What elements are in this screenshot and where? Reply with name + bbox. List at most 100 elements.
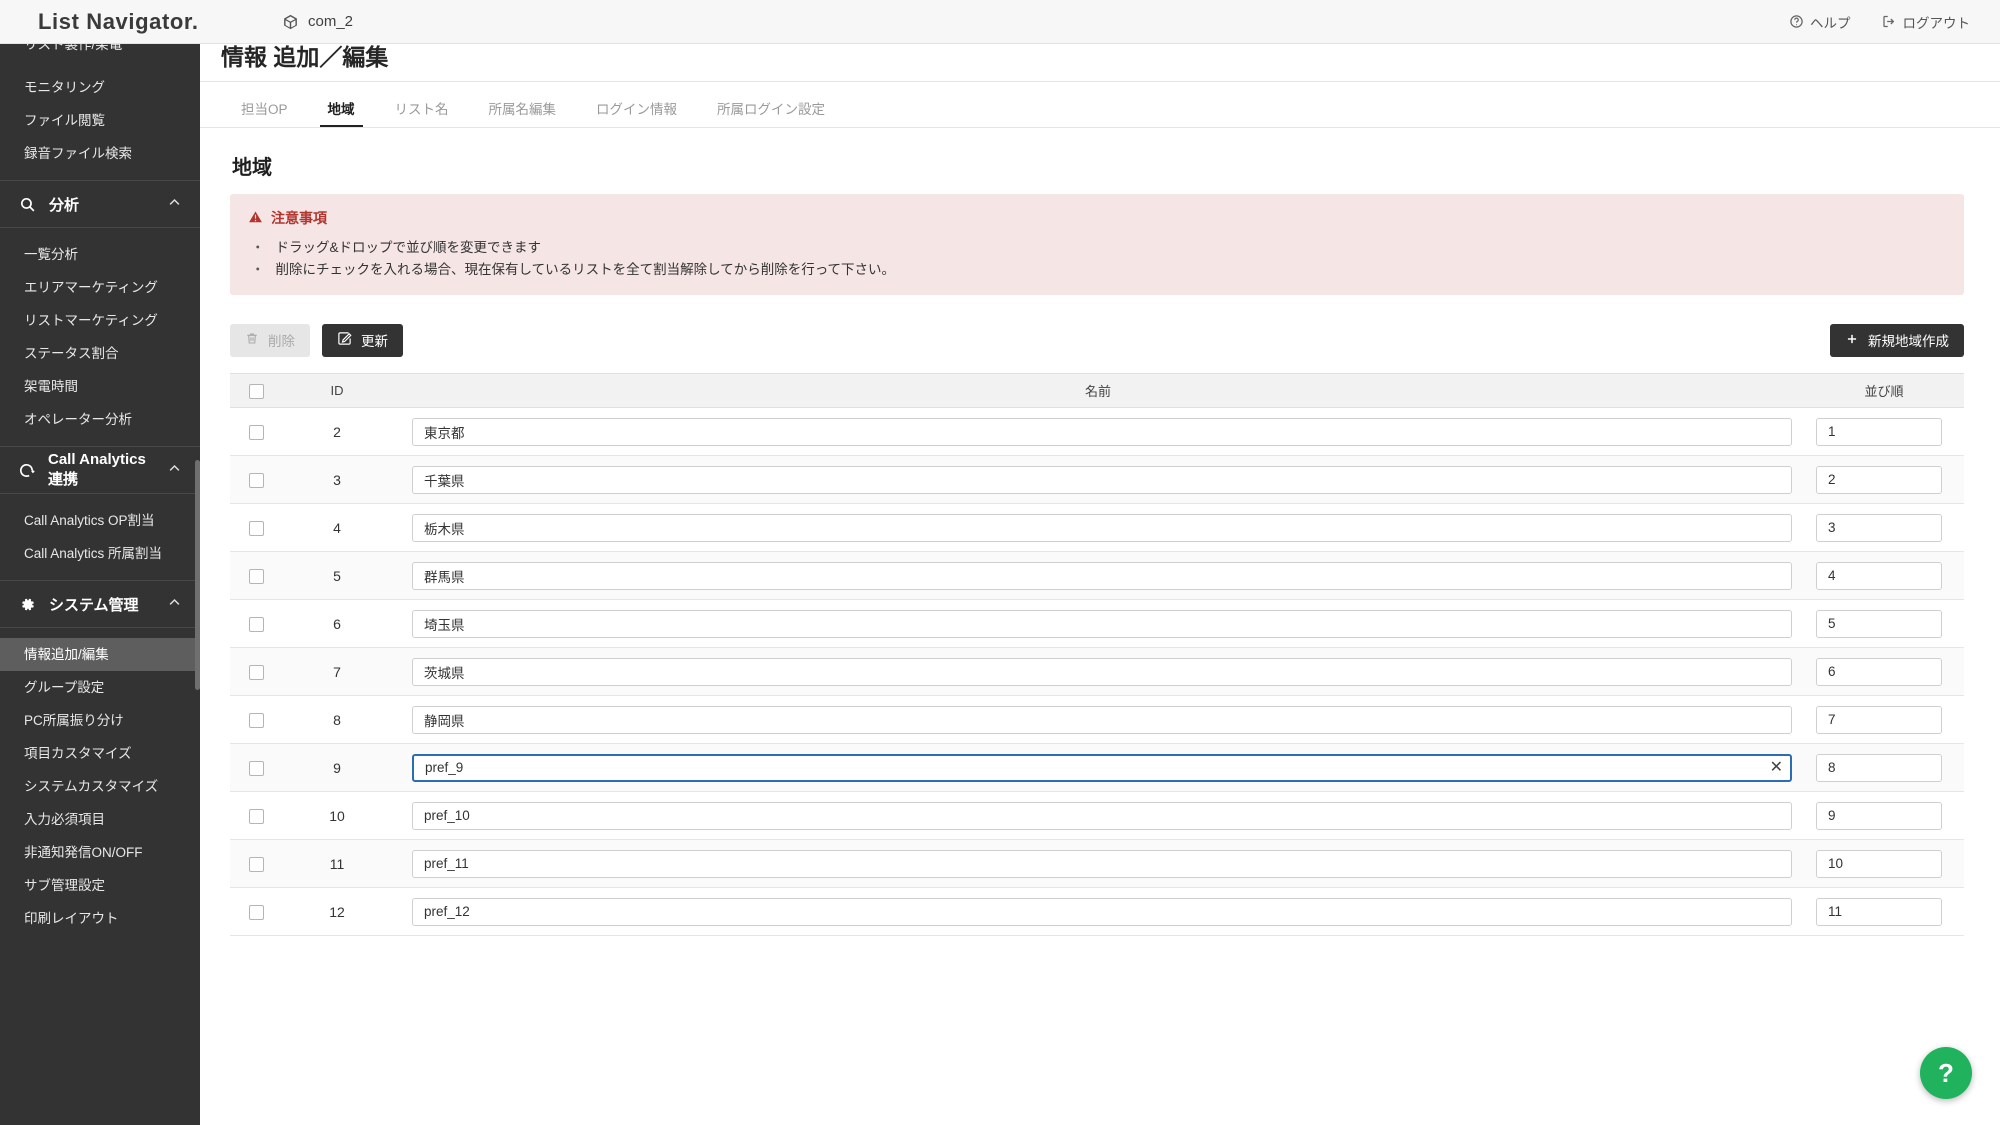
sidebar-item-call-analytics-op[interactable]: Call Analytics OP割当 <box>0 504 200 537</box>
clear-input-icon[interactable]: ✕ <box>1770 759 1783 776</box>
row-checkbox[interactable] <box>248 857 264 873</box>
sidebar-top-group: リスト製作/架電 モニタリング ファイル閲覧 録音ファイル検索 <box>0 28 200 180</box>
sidebar-item-system-customize[interactable]: システムカスタマイズ <box>0 770 200 803</box>
region-name-input[interactable] <box>412 417 1792 446</box>
sidebar-item-recording-search[interactable]: 録音ファイル検索 <box>0 137 200 170</box>
sidebar-item-list-marketing[interactable]: リストマーケティング <box>0 304 200 337</box>
row-order-cell <box>1804 791 1964 841</box>
sidebar-item-anonymous-call-toggle[interactable]: 非通知発信ON/OFF <box>0 836 200 869</box>
row-checkbox[interactable] <box>248 665 264 681</box>
sort-order-input[interactable] <box>1816 849 1942 878</box>
delete-button[interactable]: 削除 <box>230 323 310 357</box>
row-checkbox[interactable] <box>248 473 264 489</box>
chevron-up-icon <box>167 195 182 214</box>
row-id: 11 <box>282 839 392 889</box>
sort-order-input[interactable] <box>1816 657 1942 686</box>
sidebar-item-monitoring[interactable]: モニタリング <box>0 71 200 104</box>
sort-order-input[interactable] <box>1816 897 1942 926</box>
region-name-input[interactable] <box>412 465 1792 494</box>
create-new-region-button[interactable]: 新規地域作成 <box>1830 323 1964 357</box>
table-toolbar: 削除 更新 新規地域作成 <box>230 317 1964 363</box>
sidebar-item-file-browse[interactable]: ファイル閲覧 <box>0 104 200 137</box>
sidebar-item-required-fields[interactable]: 入力必須項目 <box>0 803 200 836</box>
sidebar-item-pc-assignment[interactable]: PC所属振り分け <box>0 704 200 737</box>
row-checkbox[interactable] <box>248 713 264 729</box>
table-body: 2 3 <box>230 407 1964 937</box>
sidebar-item-sub-admin-settings[interactable]: サブ管理設定 <box>0 869 200 902</box>
tab-list-name[interactable]: リスト名 <box>375 98 469 127</box>
sort-order-input[interactable] <box>1816 465 1942 494</box>
row-checkbox[interactable] <box>248 617 264 633</box>
sidebar-scrollbar[interactable] <box>195 28 200 1125</box>
update-button[interactable]: 更新 <box>322 323 403 357</box>
column-header-order: 並び順 <box>1804 373 1964 409</box>
sort-order-input[interactable] <box>1816 705 1942 734</box>
help-fab-button[interactable]: ? <box>1920 1047 1972 1099</box>
top-bar-actions: ヘルプ ログアウト <box>1789 12 2000 32</box>
tab-login-info[interactable]: ログイン情報 <box>576 98 697 127</box>
help-button[interactable]: ヘルプ <box>1789 12 1851 32</box>
row-id: 5 <box>282 551 392 601</box>
sidebar-item-print-layout[interactable]: 印刷レイアウト <box>0 902 200 935</box>
logout-button[interactable]: ログアウト <box>1881 12 1970 32</box>
sidebar-item-operator-analysis[interactable]: オペレーター分析 <box>0 403 200 436</box>
row-name-cell <box>392 647 1804 697</box>
sidebar-section-call-analytics[interactable]: Call Analytics 連携 <box>0 446 200 494</box>
sort-order-input[interactable] <box>1816 801 1942 830</box>
sidebar-item-call-time[interactable]: 架電時間 <box>0 370 200 403</box>
row-checkbox[interactable] <box>248 569 264 585</box>
sort-order-input[interactable] <box>1816 753 1942 782</box>
row-checkbox-cell <box>230 455 282 505</box>
sidebar-item-call-analytics-dept[interactable]: Call Analytics 所属割当 <box>0 537 200 570</box>
sidebar-scrollbar-thumb[interactable] <box>195 460 200 690</box>
trash-icon <box>245 331 259 349</box>
row-name-cell <box>392 551 1804 601</box>
table-row: 3 <box>230 455 1964 505</box>
row-checkbox[interactable] <box>248 809 264 825</box>
row-checkbox-cell <box>230 407 282 457</box>
row-name-cell <box>392 599 1804 649</box>
sidebar-section-analysis[interactable]: 分析 <box>0 180 200 228</box>
region-name-input[interactable] <box>412 513 1792 542</box>
row-id: 4 <box>282 503 392 553</box>
row-name-cell <box>392 839 1804 889</box>
row-checkbox[interactable] <box>248 425 264 441</box>
row-name-cell <box>392 503 1804 553</box>
sidebar-item-field-customize[interactable]: 項目カスタマイズ <box>0 737 200 770</box>
region-name-input[interactable] <box>412 801 1792 830</box>
sort-order-input[interactable] <box>1816 561 1942 590</box>
region-name-input[interactable] <box>412 897 1792 926</box>
chevron-up-icon <box>167 461 182 480</box>
region-name-input[interactable] <box>412 753 1792 782</box>
tab-assigned-op[interactable]: 担当OP <box>221 98 308 127</box>
table-row: 11 <box>230 839 1964 889</box>
tab-dept-name-edit[interactable]: 所属名編集 <box>469 98 577 127</box>
sort-order-input[interactable] <box>1816 513 1942 542</box>
row-name-cell <box>392 791 1804 841</box>
sidebar-item-area-marketing[interactable]: エリアマーケティング <box>0 271 200 304</box>
row-checkbox[interactable] <box>248 905 264 921</box>
region-name-input[interactable] <box>412 657 1792 686</box>
region-name-input[interactable] <box>412 849 1792 878</box>
sort-order-input[interactable] <box>1816 417 1942 446</box>
select-all-checkbox[interactable] <box>248 383 264 399</box>
sidebar-item-status-ratio[interactable]: ステータス割合 <box>0 337 200 370</box>
sidebar-item-overview-analysis[interactable]: 一覧分析 <box>0 238 200 271</box>
region-name-input[interactable] <box>412 561 1792 590</box>
region-name-input[interactable] <box>412 609 1792 638</box>
tab-dept-login-settings[interactable]: 所属ログイン設定 <box>697 98 845 127</box>
row-checkbox[interactable] <box>248 521 264 537</box>
sidebar-section-label: 分析 <box>49 196 80 214</box>
region-name-input[interactable] <box>412 705 1792 734</box>
name-input-wrapper <box>412 465 1792 494</box>
row-checkbox-cell <box>230 503 282 553</box>
sidebar-section-system-management[interactable]: システム管理 <box>0 580 200 628</box>
sidebar-item-info-add-edit[interactable]: 情報追加/編集 <box>0 638 200 671</box>
row-checkbox[interactable] <box>248 761 264 777</box>
tab-region[interactable]: 地域 <box>308 98 375 127</box>
sort-order-input[interactable] <box>1816 609 1942 638</box>
sidebar-item-group-settings[interactable]: グループ設定 <box>0 671 200 704</box>
table-row: 10 <box>230 791 1964 841</box>
